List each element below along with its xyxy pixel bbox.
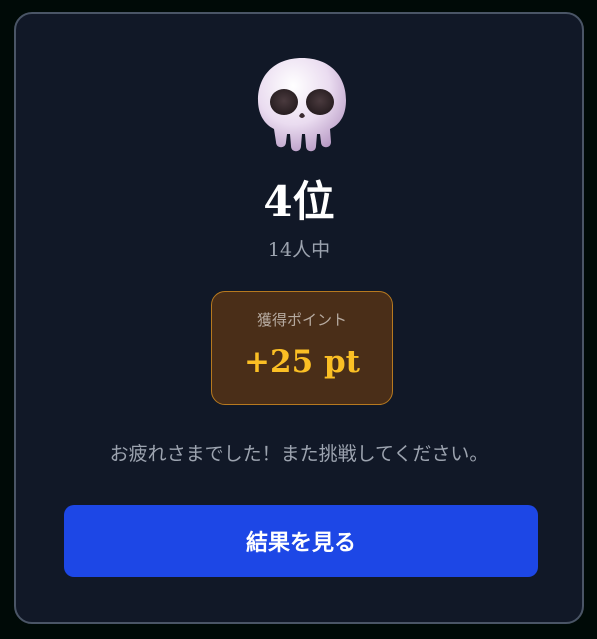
points-value: +25 pt [244,344,360,380]
points-label: 獲得ポイント [256,311,347,329]
participants-count: 14人中 [267,239,331,261]
rank-text: 4位 [263,177,335,226]
skull-icon [258,58,346,152]
view-results-button[interactable]: 結果を見る [64,505,538,577]
points-box: 獲得ポイント +25 pt [211,291,393,405]
encouragement-message: お疲れさまでした！また挑戦してください。 [109,443,489,465]
result-card: 4位 14人中 獲得ポイント +25 pt お疲れさまでした！また挑戦してくださ… [14,12,584,624]
